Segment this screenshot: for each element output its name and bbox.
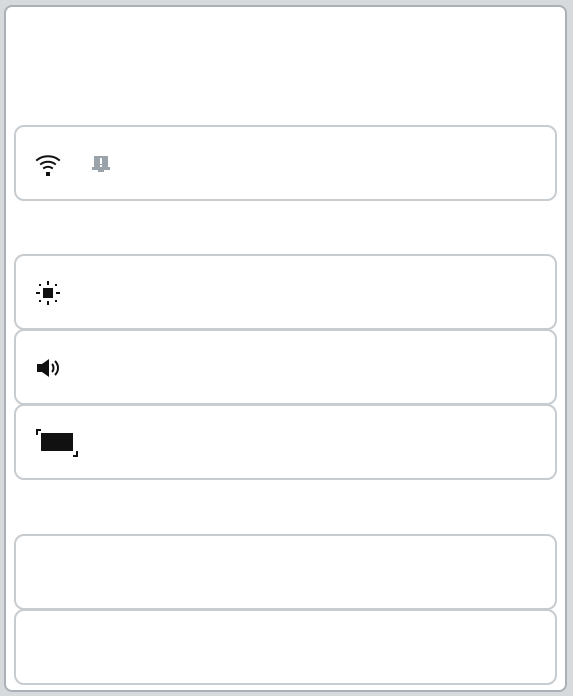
- brightness-row[interactable]: [14, 254, 557, 330]
- empty-row-2[interactable]: [14, 609, 557, 685]
- network-row[interactable]: [14, 125, 557, 201]
- notification-bell-alert-icon[interactable]: [90, 152, 112, 174]
- quick-settings-panel: [4, 5, 567, 692]
- sun-brightness-icon[interactable]: [34, 279, 62, 307]
- screen-display-icon[interactable]: [34, 428, 80, 458]
- speaker-volume-icon[interactable]: [34, 354, 62, 382]
- volume-row[interactable]: [14, 329, 557, 405]
- display-row[interactable]: [14, 404, 557, 480]
- empty-row-1[interactable]: [14, 534, 557, 610]
- wifi-icon[interactable]: [34, 150, 62, 178]
